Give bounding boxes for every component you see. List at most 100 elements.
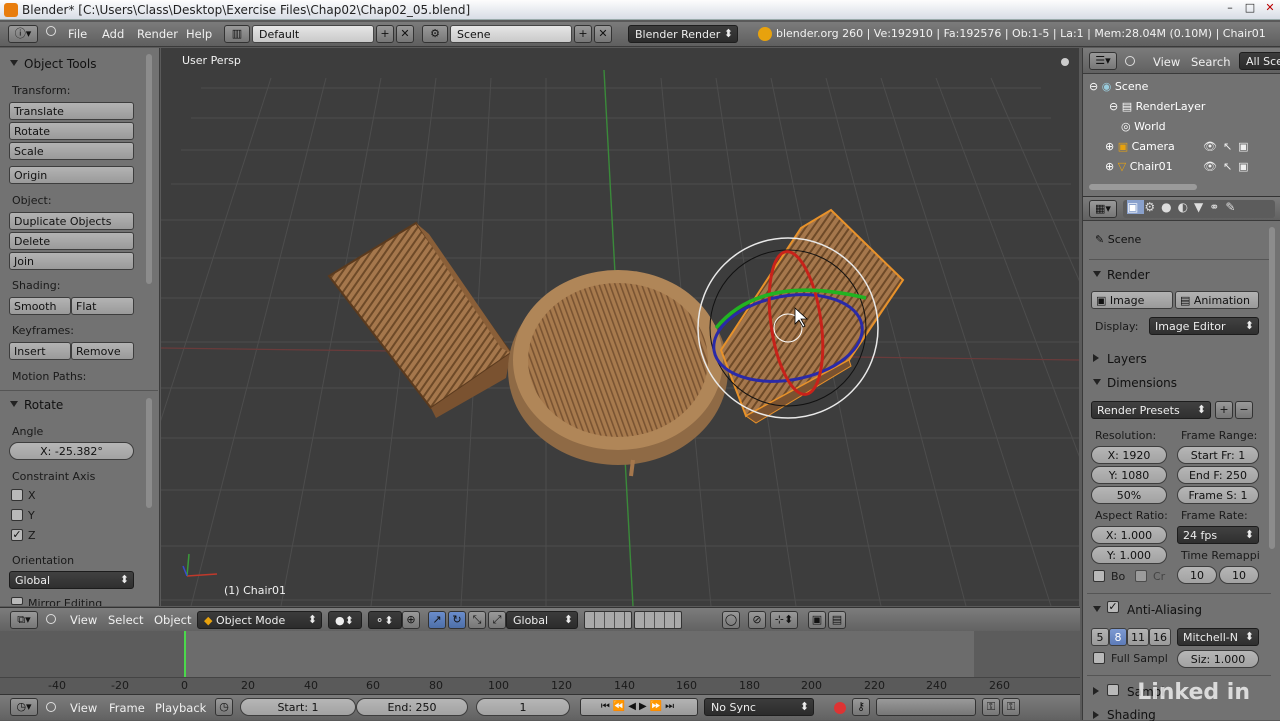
insert-keyframe-button[interactable]: Insert bbox=[9, 342, 71, 360]
context-tabs[interactable]: ▣⚙●◐▼⚭✎ bbox=[1123, 200, 1275, 218]
flat-button[interactable]: Flat bbox=[71, 297, 134, 315]
menu-file[interactable]: File bbox=[68, 27, 87, 41]
delete-key-icon[interactable]: ⚿ bbox=[1002, 698, 1020, 716]
frame-step-field[interactable]: Frame S: 1 bbox=[1177, 486, 1259, 504]
render-preview-icon[interactable]: ▣ bbox=[808, 611, 826, 629]
current-frame-marker[interactable] bbox=[184, 631, 186, 677]
frame-start-field[interactable]: Start Fr: 1 bbox=[1177, 446, 1259, 464]
menu-select[interactable]: Select bbox=[108, 613, 143, 627]
border-checkbox[interactable] bbox=[1093, 570, 1105, 582]
smooth-button[interactable]: Smooth bbox=[9, 297, 71, 315]
menu-search[interactable]: Search bbox=[1191, 55, 1231, 69]
transform-orientation-dropdown[interactable]: Global ⬍ bbox=[506, 611, 578, 629]
proportional-edit-icon[interactable]: ◯ bbox=[722, 611, 740, 629]
rotate-button[interactable]: Rotate bbox=[9, 122, 134, 140]
menu-frame[interactable]: Frame bbox=[109, 701, 145, 715]
toolshelf-scrollbar[interactable] bbox=[146, 54, 152, 284]
delete-layout-icon[interactable]: ✕ bbox=[396, 25, 414, 43]
translate-manipulator-icon[interactable]: ↗ bbox=[428, 611, 446, 629]
menu-playback[interactable]: Playback bbox=[155, 701, 206, 715]
aa-samples-8[interactable]: 8 bbox=[1109, 628, 1127, 646]
origin-button[interactable]: Origin bbox=[9, 166, 134, 184]
resolution-y-field[interactable]: Y: 1080 bbox=[1091, 466, 1167, 484]
layer-buttons-2[interactable] bbox=[634, 611, 682, 629]
angle-field[interactable]: X: -25.382° bbox=[9, 442, 134, 460]
current-frame-field[interactable]: 1 bbox=[476, 698, 570, 716]
dimensions-panel-header[interactable]: Dimensions bbox=[1083, 373, 1253, 393]
scene-field[interactable]: Scene bbox=[450, 25, 572, 43]
outliner-item-renderlayer[interactable]: ⊖ ▤ RenderLayer bbox=[1109, 100, 1205, 113]
snap-element-dropdown[interactable]: ⊹⬍ bbox=[770, 611, 798, 629]
resolution-percent-field[interactable]: 50% bbox=[1091, 486, 1167, 504]
editor-type-timeline-icon[interactable]: ◷▾ bbox=[10, 698, 38, 716]
duplicate-objects-button[interactable]: Duplicate Objects bbox=[9, 212, 134, 230]
aa-samples-11[interactable]: 11 bbox=[1127, 628, 1149, 646]
start-frame-field[interactable]: Start: 1 bbox=[240, 698, 356, 716]
3d-viewport[interactable]: User Persp (1) Chair01 bbox=[161, 48, 1079, 606]
aa-collapse-icon[interactable] bbox=[1093, 606, 1101, 612]
delete-scene-icon[interactable]: ✕ bbox=[594, 25, 612, 43]
outliner-item-scene[interactable]: ⊖ ◉ Scene bbox=[1089, 80, 1148, 93]
aspect-x-field[interactable]: X: 1.000 bbox=[1091, 526, 1167, 544]
add-preset-icon[interactable]: + bbox=[1215, 401, 1233, 419]
playback-controls[interactable]: ⏮⏪◀▶⏩⏭ bbox=[580, 698, 698, 716]
aa-samples-5[interactable]: 5 bbox=[1091, 628, 1109, 646]
outliner-scrollbar[interactable] bbox=[1089, 184, 1197, 190]
render-tab-icon[interactable]: ▣ bbox=[1127, 200, 1145, 214]
operator-scrollbar[interactable] bbox=[146, 398, 152, 508]
collapse-menu-icon[interactable] bbox=[46, 614, 56, 624]
sampled-expand-icon[interactable] bbox=[1093, 687, 1099, 695]
add-layout-icon[interactable]: + bbox=[376, 25, 394, 43]
manipulator-space-icon[interactable]: ⤢ bbox=[488, 611, 506, 629]
use-preview-range-icon[interactable]: ◷ bbox=[215, 698, 233, 716]
visibility-icons[interactable]: 👁↖▣ bbox=[1203, 140, 1255, 153]
round-table[interactable] bbox=[508, 270, 728, 477]
filter-size-field[interactable]: Siz: 1.000 bbox=[1177, 650, 1259, 668]
menu-view[interactable]: View bbox=[1153, 55, 1180, 69]
editor-type-info-icon[interactable]: ⓘ▾ bbox=[8, 25, 38, 43]
auto-keyframe-record-icon[interactable] bbox=[834, 702, 846, 714]
pivot-point-dropdown[interactable]: ⚬⬍ bbox=[368, 611, 402, 629]
scale-manipulator-icon[interactable]: ⤡ bbox=[468, 611, 486, 629]
render-animation-button[interactable]: ▤ Animation bbox=[1175, 291, 1259, 309]
properties-scrollbar[interactable] bbox=[1269, 227, 1275, 549]
maximize-button[interactable]: □ bbox=[1242, 1, 1258, 16]
menu-view[interactable]: View bbox=[70, 613, 97, 627]
collapse-menu-icon[interactable] bbox=[46, 26, 56, 36]
render-engine-dropdown[interactable]: Blender Render ⬍ bbox=[628, 25, 738, 43]
mirror-editing-checkbox[interactable] bbox=[11, 597, 23, 605]
viewport-shading-dropdown[interactable]: ●⬍ bbox=[328, 611, 362, 629]
orientation-dropdown[interactable]: Global ⬍ bbox=[9, 571, 134, 589]
join-button[interactable]: Join bbox=[9, 252, 134, 270]
visibility-icons[interactable]: 👁↖▣ bbox=[1203, 160, 1255, 173]
render-animation-icon[interactable]: ▤ bbox=[828, 611, 846, 629]
screen-layout-field[interactable]: Default bbox=[252, 25, 374, 43]
anti-aliasing-panel-header[interactable]: Anti-Aliasing bbox=[1103, 600, 1253, 620]
axis-y-checkbox[interactable] bbox=[11, 509, 23, 521]
screen-layout-icon[interactable]: ▥ bbox=[224, 25, 250, 43]
render-presets-dropdown[interactable]: Render Presets ⬍ bbox=[1091, 401, 1211, 419]
operator-rotate-header[interactable]: Rotate bbox=[0, 395, 150, 415]
collapse-menu-icon[interactable] bbox=[1125, 56, 1135, 66]
fps-dropdown[interactable]: 24 fps ⬍ bbox=[1177, 526, 1259, 544]
translate-button[interactable]: Translate bbox=[9, 102, 134, 120]
resolution-x-field[interactable]: X: 1920 bbox=[1091, 446, 1167, 464]
editor-type-3d-icon[interactable]: ⧉▾ bbox=[10, 611, 38, 629]
add-scene-icon[interactable]: + bbox=[574, 25, 592, 43]
scene-icon[interactable]: ⚙ bbox=[422, 25, 448, 43]
end-frame-field[interactable]: End: 250 bbox=[356, 698, 468, 716]
frame-end-field[interactable]: End F: 250 bbox=[1177, 466, 1259, 484]
viewport-options-icon[interactable] bbox=[1061, 58, 1069, 66]
timeline[interactable]: -40 -20 0 20 40 60 80 100 120 140 160 18… bbox=[0, 631, 1080, 694]
menu-help[interactable]: Help bbox=[186, 27, 212, 41]
crop-checkbox[interactable] bbox=[1135, 570, 1147, 582]
layers-panel-header[interactable]: Layers bbox=[1083, 349, 1253, 369]
display-dropdown[interactable]: Image Editor ⬍ bbox=[1149, 317, 1259, 335]
panel-object-tools-header[interactable]: Object Tools bbox=[0, 54, 150, 74]
remap-old-field[interactable]: 10 bbox=[1177, 566, 1217, 584]
aa-filter-dropdown[interactable]: Mitchell-N ⬍ bbox=[1177, 628, 1259, 646]
scale-button[interactable]: Scale bbox=[9, 142, 134, 160]
chair-left[interactable] bbox=[327, 221, 513, 418]
minimize-button[interactable]: – bbox=[1222, 1, 1238, 16]
outliner-item-chair01[interactable]: ⊕ ▽ Chair01 bbox=[1105, 160, 1173, 173]
